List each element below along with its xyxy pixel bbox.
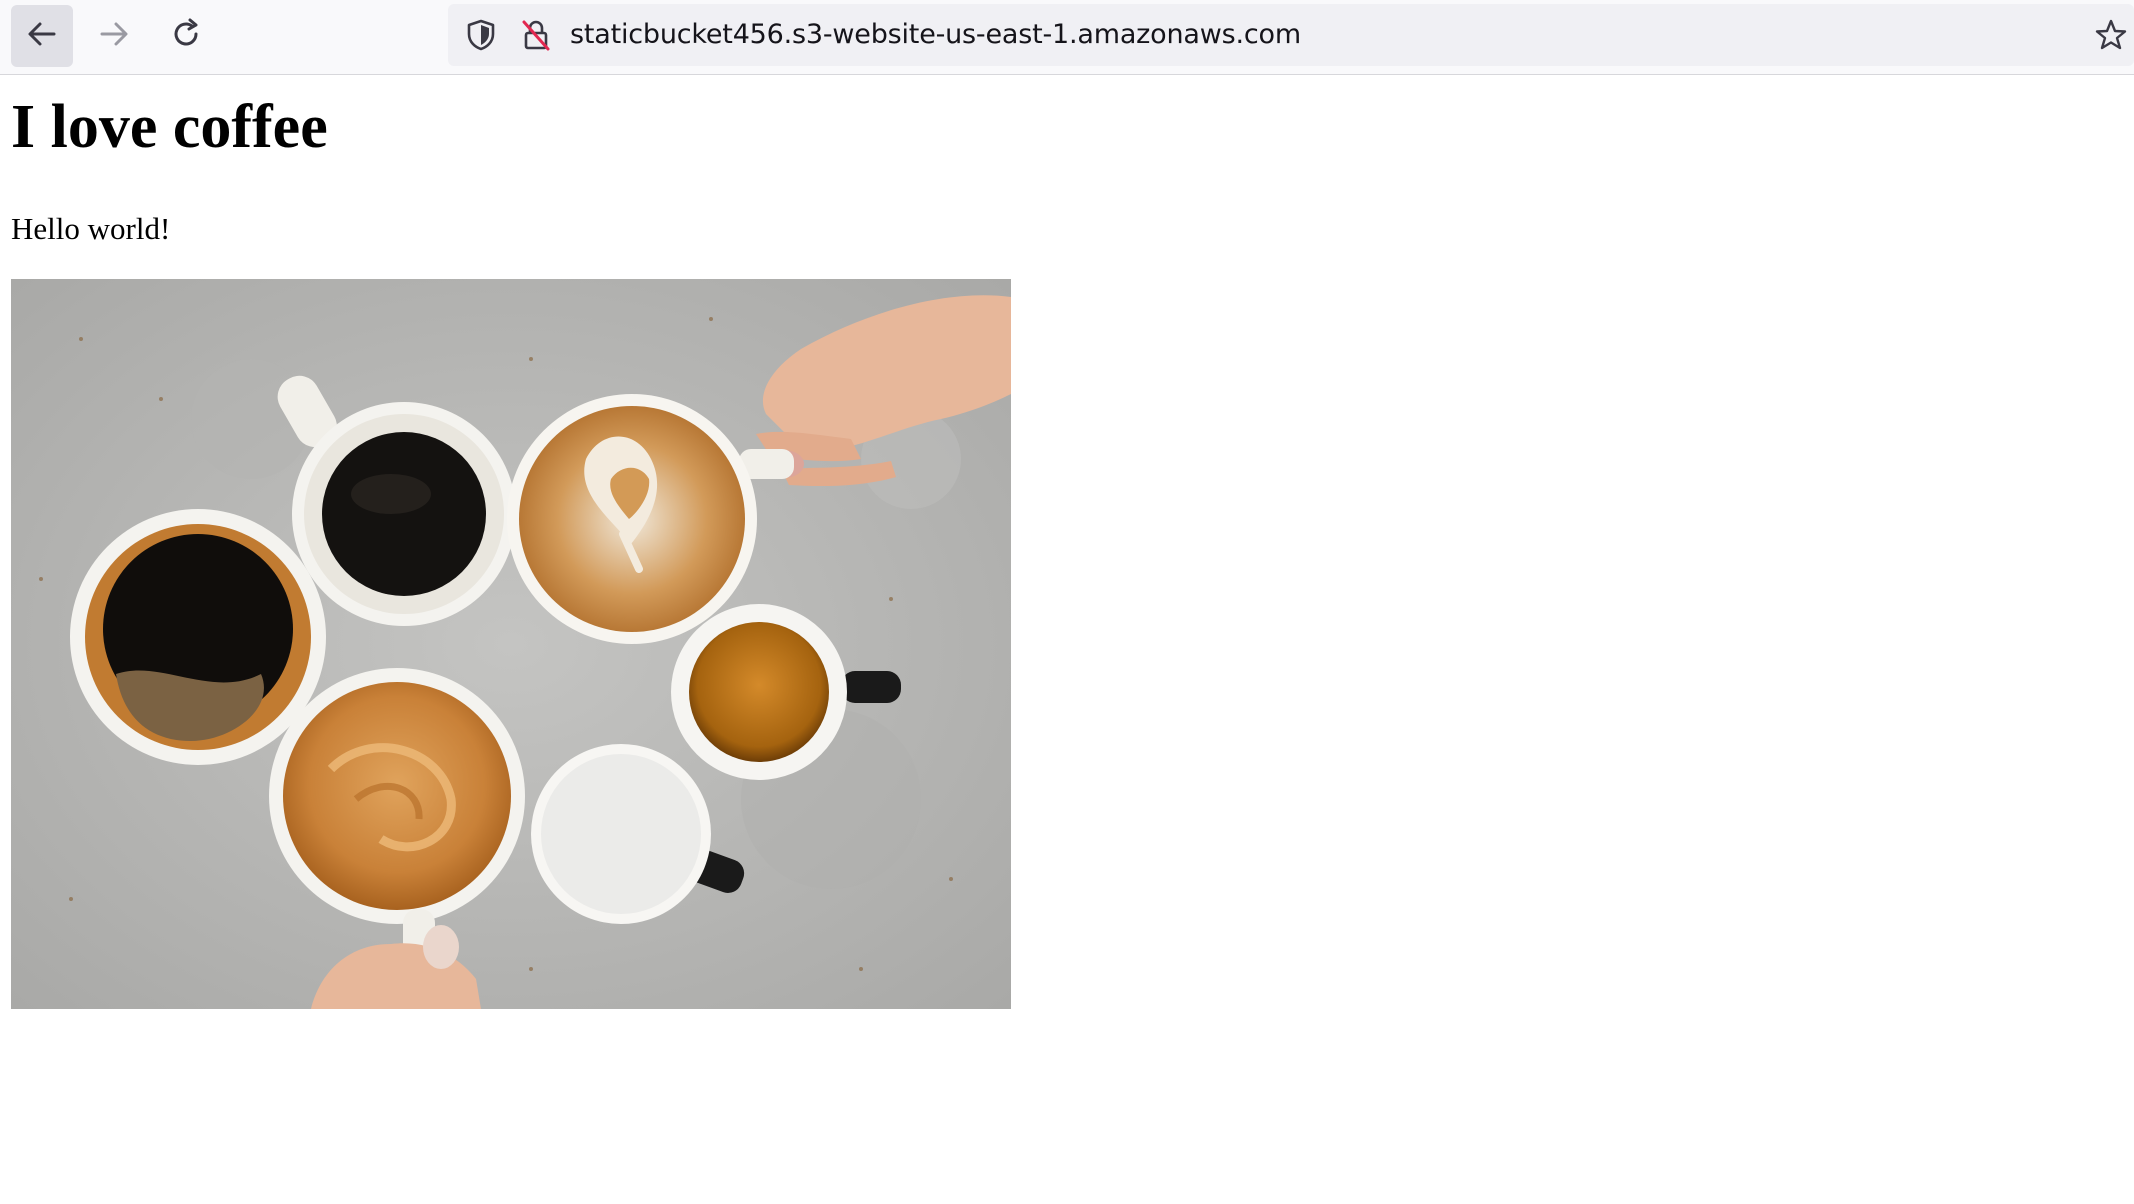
reload-icon — [169, 17, 203, 56]
browser-toolbar: staticbucket456.s3-website-us-east-1.ama… — [0, 0, 2134, 75]
reload-button[interactable] — [155, 5, 217, 67]
url-text[interactable]: staticbucket456.s3-website-us-east-1.ama… — [570, 4, 1301, 66]
back-button[interactable] — [11, 5, 73, 67]
address-bar[interactable]: staticbucket456.s3-website-us-east-1.ama… — [448, 4, 2134, 66]
coffee-cups-image — [11, 279, 1011, 1009]
insecure-lock-icon[interactable] — [517, 16, 555, 54]
hello-paragraph: Hello world! — [11, 211, 171, 246]
forward-arrow-icon — [97, 17, 131, 56]
star-icon[interactable] — [2092, 16, 2130, 54]
page-content: I love coffee Hello world! — [0, 75, 2134, 1204]
shield-icon[interactable] — [462, 16, 500, 54]
page-heading: I love coffee — [11, 93, 328, 161]
back-arrow-icon — [25, 17, 59, 56]
forward-button[interactable] — [83, 5, 145, 67]
